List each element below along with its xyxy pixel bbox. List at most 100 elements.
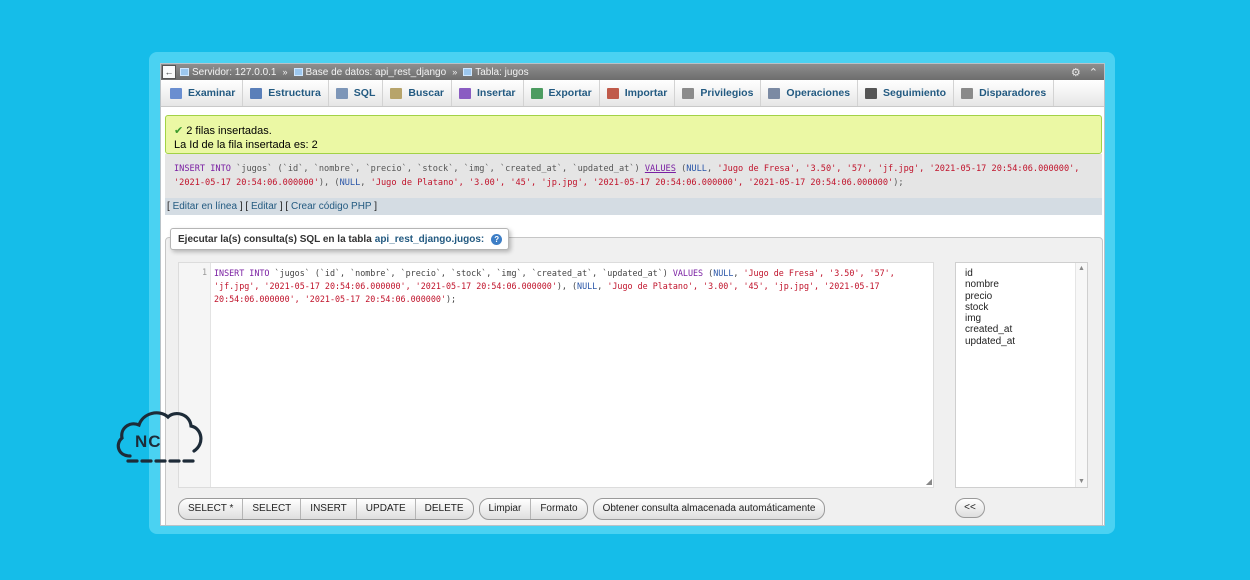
operations-icon: [768, 87, 781, 99]
legend-text: Ejecutar la(s) consulta(s) SQL en la tab…: [178, 234, 372, 245]
server-icon: [180, 68, 189, 76]
sql-string: 'Jugo de Platano', '3.00', '45', 'jp.jpg…: [370, 178, 894, 188]
tab-exportar[interactable]: Exportar: [524, 80, 600, 106]
breadcrumb-table[interactable]: Tabla: jugos: [463, 67, 529, 78]
obtener-consulta-almacenada-autom-ticamente-button[interactable]: Obtener consulta almacenada automáticame…: [594, 499, 825, 519]
tab-seguimiento[interactable]: Seguimiento: [858, 80, 955, 106]
insert-icon: [459, 87, 471, 99]
column-item[interactable]: created_at: [965, 324, 1087, 335]
tab-label: Disparadores: [979, 87, 1047, 99]
structure-icon: [250, 87, 263, 99]
check-icon: ✔: [174, 125, 184, 137]
select-button[interactable]: SELECT: [243, 499, 302, 519]
export-icon: [530, 87, 543, 99]
code-null: NULL: [577, 281, 598, 291]
scroll-down-icon[interactable]: ▼: [1078, 478, 1085, 485]
sql-code[interactable]: INSERT INTO `jugos` (`id`, `nombre`, `pr…: [214, 267, 930, 306]
tab-examinar[interactable]: Examinar: [163, 80, 244, 106]
create-php-link[interactable]: Crear código PHP: [291, 201, 371, 212]
formato-button[interactable]: Formato: [531, 499, 586, 519]
tab-label: Seguimiento: [883, 87, 947, 99]
table-icon: [463, 68, 473, 76]
tab-bar: Examinar Estructura SQL Buscar Insertar Expor…: [161, 80, 1104, 107]
search-icon: [390, 87, 403, 99]
sql-null: NULL: [686, 164, 707, 174]
topbar-icons: ⚙ ⌃: [1071, 64, 1098, 80]
success-insert-id: La Id de la fila insertada es: 2: [174, 139, 318, 151]
breadcrumb-separator-icon: »: [452, 67, 458, 77]
code-text: ,: [733, 268, 744, 278]
edit-inline-link[interactable]: Editar en línea: [173, 201, 238, 212]
delete-button[interactable]: DELETE: [416, 499, 473, 519]
tab-label: Operaciones: [786, 87, 851, 99]
back-arrow-icon[interactable]: ←: [162, 65, 176, 79]
tab-label: Buscar: [408, 87, 444, 99]
column-item[interactable]: img: [965, 313, 1087, 324]
sql-text: ), (: [318, 178, 340, 188]
gear-icon[interactable]: ⚙: [1071, 66, 1081, 79]
import-icon: [606, 87, 619, 99]
limpiar-button[interactable]: Limpiar: [480, 499, 532, 519]
sql-keyword-link[interactable]: VALUES: [645, 164, 676, 174]
code-null: NULL: [713, 268, 734, 278]
sql-string: 'Jugo de Fresa', '3.50', '57', 'jf.jpg',…: [717, 164, 1080, 174]
tab-disparadores[interactable]: Disparadores: [954, 80, 1055, 106]
line-number: 1: [201, 267, 207, 277]
breadcrumb-bar: ← Servidor: 127.0.0.1 » Base de datos: a…: [161, 64, 1104, 80]
browse-icon: [170, 87, 182, 99]
tab-label: Estructura: [268, 87, 321, 99]
code-text: ,: [597, 281, 608, 291]
sql-editor[interactable]: 1 INSERT INTO `jugos` (`id`, `nombre`, `…: [178, 262, 934, 488]
tab-label: Exportar: [548, 87, 592, 99]
code-keyword: VALUES: [672, 268, 704, 278]
tab-label: Importar: [624, 87, 668, 99]
sql-null: NULL: [339, 178, 361, 188]
column-item[interactable]: id: [965, 268, 1087, 279]
sql-icon: [335, 87, 348, 99]
triggers-icon: [961, 87, 974, 99]
sql-string: '2021-05-17 20:54:06.000000': [174, 178, 319, 188]
edit-links: [ Editar en línea ] [ Editar ] [ Crear c…: [165, 198, 1102, 215]
logo-text: NC: [135, 432, 162, 451]
success-rows: 2 filas insertadas.: [186, 125, 272, 137]
column-item[interactable]: updated_at: [965, 336, 1087, 347]
update-button[interactable]: UPDATE: [357, 499, 416, 519]
tab-label: Examinar: [188, 87, 236, 99]
scroll-up-icon[interactable]: ▲: [1078, 265, 1085, 272]
columns-scrollbar[interactable]: ▲ ▼: [1075, 263, 1087, 487]
tab-label: SQL: [353, 87, 376, 99]
tab-importar[interactable]: Importar: [600, 80, 676, 106]
code-text: );: [445, 294, 457, 304]
column-item[interactable]: nombre: [965, 279, 1087, 290]
privileges-icon: [682, 87, 695, 99]
select-button[interactable]: SELECT *: [179, 499, 244, 519]
sql-text: );: [893, 178, 904, 188]
executed-sql: INSERT INTO `jugos` (`id`, `nombre`, `pr…: [165, 154, 1102, 198]
legend-table-name[interactable]: api_rest_django.jugos:: [375, 234, 484, 249]
tab-insertar[interactable]: Insertar: [452, 80, 524, 106]
column-item[interactable]: precio: [965, 291, 1087, 302]
insert-column-button[interactable]: <<: [955, 498, 985, 518]
tab-privilegios[interactable]: Privilegios: [675, 80, 762, 106]
insert-button[interactable]: INSERT: [301, 499, 357, 519]
resize-handle-icon[interactable]: ◢: [926, 477, 932, 486]
collapse-icon[interactable]: ⌃: [1089, 66, 1098, 79]
sql-text: (: [675, 164, 687, 174]
phpmyadmin-window: ← Servidor: 127.0.0.1 » Base de datos: a…: [160, 63, 1105, 526]
sql-keyword: INSERT INTO: [174, 164, 231, 174]
tab-estructura[interactable]: Estructura: [243, 80, 329, 106]
sql-text: `jugos` (`id`, `nombre`, `precio`, `stoc…: [230, 164, 645, 174]
tab-sql[interactable]: SQL: [329, 80, 384, 106]
stored-query-buttons: Obtener consulta almacenada automáticame…: [592, 498, 826, 520]
success-message: ✔ 2 filas insertadas. La Id de la fila in…: [165, 115, 1102, 154]
breadcrumb-server[interactable]: Servidor: 127.0.0.1: [180, 67, 277, 78]
breadcrumb-database[interactable]: Base de datos: api_rest_django: [293, 67, 446, 78]
column-item[interactable]: stock: [965, 302, 1087, 313]
tab-operaciones[interactable]: Operaciones: [761, 80, 859, 106]
query-template-buttons: SELECT * SELECT INSERT UPDATE DELETE: [178, 498, 474, 520]
help-icon[interactable]: ?: [491, 234, 503, 245]
tab-buscar[interactable]: Buscar: [383, 80, 452, 106]
columns-list[interactable]: id nombre precio stock img created_at updated_…: [955, 262, 1088, 488]
edit-link[interactable]: Editar: [251, 201, 277, 212]
format-buttons: Limpiar Formato: [478, 498, 588, 520]
